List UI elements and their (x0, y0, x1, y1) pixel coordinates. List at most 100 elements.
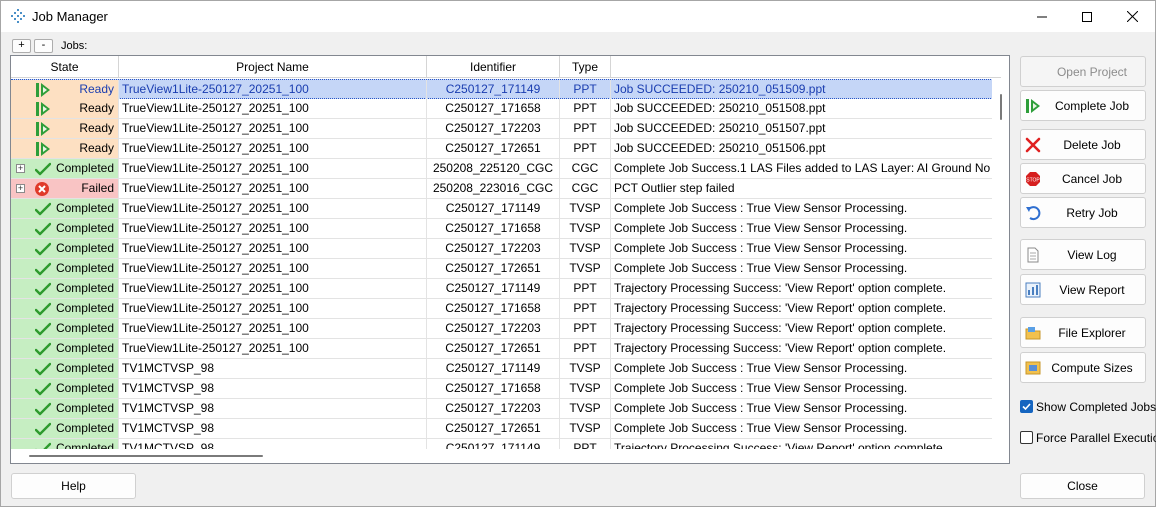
table-row[interactable]: Ready TrueView1Lite-250127_20251_100 C2501… (11, 79, 993, 99)
message-cell: Trajectory Processing Success: 'View Rep… (614, 301, 947, 315)
column-header-identifier[interactable]: Identifier (427, 56, 560, 78)
help-button[interactable]: Help (11, 473, 136, 499)
type-cell: CGC (560, 159, 611, 178)
state-cell: Completed (11, 419, 119, 438)
type-cell: TVSP (560, 419, 611, 438)
state-cell: Completed (11, 199, 119, 218)
table-row[interactable]: Completed TrueView1Lite-250127_20251_100 C… (11, 339, 993, 359)
identifier-cell: 250208_223016_CGC (427, 179, 560, 198)
show-completed-jobs-checkbox[interactable] (1020, 400, 1033, 413)
table-row[interactable]: + Failed TrueView1Lite-250127_20251_100 250… (11, 179, 993, 199)
type-cell: PPT (560, 119, 611, 138)
minimize-button[interactable] (1019, 1, 1065, 32)
type-cell: PPT (560, 139, 611, 158)
state-label: Completed (55, 361, 114, 375)
state-label: Ready (79, 101, 114, 115)
state-label: Ready (79, 82, 114, 96)
type-cell: PPT (560, 279, 611, 298)
identifier-cell: 250208_225120_CGC (427, 159, 560, 178)
view-report-button[interactable]: View Report (1020, 274, 1146, 305)
horizontal-scrollbar-thumb[interactable] (29, 455, 263, 457)
project-name-cell: TrueView1Lite-250127_20251_100 (119, 99, 427, 118)
table-row[interactable]: Completed TV1MCTVSP_98 C250127_172651 TVSP C… (11, 419, 993, 439)
project-name-cell: TrueView1Lite-250127_20251_100 (119, 319, 427, 338)
column-header-message[interactable] (611, 56, 993, 78)
table-row[interactable]: Completed TV1MCTVSP_98 C250127_172203 TVSP C… (11, 399, 993, 419)
message-cell: Job SUCCEEDED: 250210_051509.ppt (614, 82, 826, 96)
title-bar[interactable]: Job Manager (1, 1, 1155, 32)
view-report-label: View Report (1059, 283, 1125, 297)
state-cell: + Failed (11, 179, 119, 198)
vertical-scrollbar-thumb[interactable] (1000, 94, 1002, 120)
force-parallel-execution-checkbox[interactable] (1020, 431, 1033, 444)
close-window-button[interactable] (1109, 1, 1155, 32)
identifier-cell: C250127_171658 (427, 299, 560, 318)
identifier-cell: C250127_171658 (427, 379, 560, 398)
table-row[interactable]: Completed TrueView1Lite-250127_20251_100 C… (11, 199, 993, 219)
state-label: Completed (55, 201, 114, 215)
state-cell: Ready (11, 119, 119, 138)
project-name-cell: TV1MCTVSP_98 (119, 359, 427, 378)
project-name-cell: TV1MCTVSP_98 (119, 379, 427, 398)
view-log-button[interactable]: View Log (1020, 239, 1146, 270)
state-label: Completed (55, 421, 114, 435)
open-project-label: Open Project (1056, 65, 1128, 79)
table-row[interactable]: Completed TV1MCTVSP_98 C250127_171149 TVSP C… (11, 359, 993, 379)
project-name-cell: TrueView1Lite-250127_20251_100 (119, 179, 427, 198)
checkmark-icon (34, 321, 52, 337)
identifier-cell: C250127_171149 (427, 80, 560, 99)
window-title: Job Manager (32, 9, 108, 24)
cancel-job-button[interactable]: STOP Cancel Job (1020, 163, 1146, 194)
table-row[interactable]: Ready TrueView1Lite-250127_20251_100 C2501… (11, 119, 993, 139)
message-cell: Complete Job Success : True View Sensor … (614, 381, 908, 395)
vertical-scrollbar[interactable] (992, 79, 1009, 451)
table-row[interactable]: Ready TrueView1Lite-250127_20251_100 C2501… (11, 99, 993, 119)
state-label: Completed (55, 261, 114, 275)
jobs-grid[interactable]: State Project Name Identifier Type Ready… (10, 55, 1010, 464)
table-row[interactable]: Completed TrueView1Lite-250127_20251_100 C… (11, 319, 993, 339)
type-cell: PPT (560, 99, 611, 118)
type-cell: TVSP (560, 259, 611, 278)
collapse-all-button[interactable]: - (34, 39, 53, 53)
table-row[interactable]: Completed TrueView1Lite-250127_20251_100 C… (11, 219, 993, 239)
state-label: Completed (55, 321, 114, 335)
table-row[interactable]: Completed TV1MCTVSP_98 C250127_171658 TVSP C… (11, 379, 993, 399)
table-row[interactable]: Ready TrueView1Lite-250127_20251_100 C2501… (11, 139, 993, 159)
complete-job-button[interactable]: Complete Job (1020, 90, 1146, 121)
project-name-cell: TrueView1Lite-250127_20251_100 (119, 339, 427, 358)
state-cell: Completed (11, 299, 119, 318)
checkmark-icon (34, 301, 52, 317)
retry-job-button[interactable]: Retry Job (1020, 197, 1146, 228)
message-cell: Complete Job Success : True View Sensor … (614, 221, 908, 235)
type-cell: PPT (560, 80, 611, 99)
table-row[interactable]: Completed TrueView1Lite-250127_20251_100 C… (11, 279, 993, 299)
table-row[interactable]: + Completed TrueView1Lite-250127_20251_100… (11, 159, 993, 179)
state-label: Completed (55, 341, 114, 355)
identifier-cell: C250127_171149 (427, 359, 560, 378)
column-header-state[interactable]: State (11, 56, 119, 78)
identifier-cell: C250127_172651 (427, 139, 560, 158)
delete-job-button[interactable]: Delete Job (1020, 129, 1146, 160)
maximize-button[interactable] (1064, 1, 1110, 32)
expand-row-button[interactable]: + (16, 164, 25, 173)
expand-all-button[interactable]: + (12, 39, 31, 53)
identifier-cell: C250127_171658 (427, 219, 560, 238)
state-label: Ready (79, 141, 114, 155)
file-explorer-button[interactable]: File Explorer (1020, 317, 1146, 348)
close-button[interactable]: Close (1020, 473, 1145, 499)
message-cell: Complete Job Success : True View Sensor … (614, 261, 908, 275)
horizontal-scrollbar[interactable] (11, 449, 1009, 463)
message-cell: Complete Job Success.1 LAS Files added t… (614, 161, 993, 175)
table-row[interactable]: Completed TrueView1Lite-250127_20251_100 C… (11, 239, 993, 259)
compute-sizes-button[interactable]: Compute Sizes (1020, 352, 1146, 383)
column-header-project-name[interactable]: Project Name (119, 56, 427, 78)
retry-job-label: Retry Job (1066, 206, 1118, 220)
column-header-type[interactable]: Type (560, 56, 611, 78)
table-row[interactable]: Completed TrueView1Lite-250127_20251_100 C… (11, 259, 993, 279)
open-project-button[interactable]: Open Project (1020, 56, 1146, 87)
identifier-cell: C250127_172203 (427, 399, 560, 418)
expand-row-button[interactable]: + (16, 184, 25, 193)
table-row[interactable]: Completed TrueView1Lite-250127_20251_100 C… (11, 299, 993, 319)
type-cell: TVSP (560, 359, 611, 378)
ready-icon (35, 141, 51, 157)
